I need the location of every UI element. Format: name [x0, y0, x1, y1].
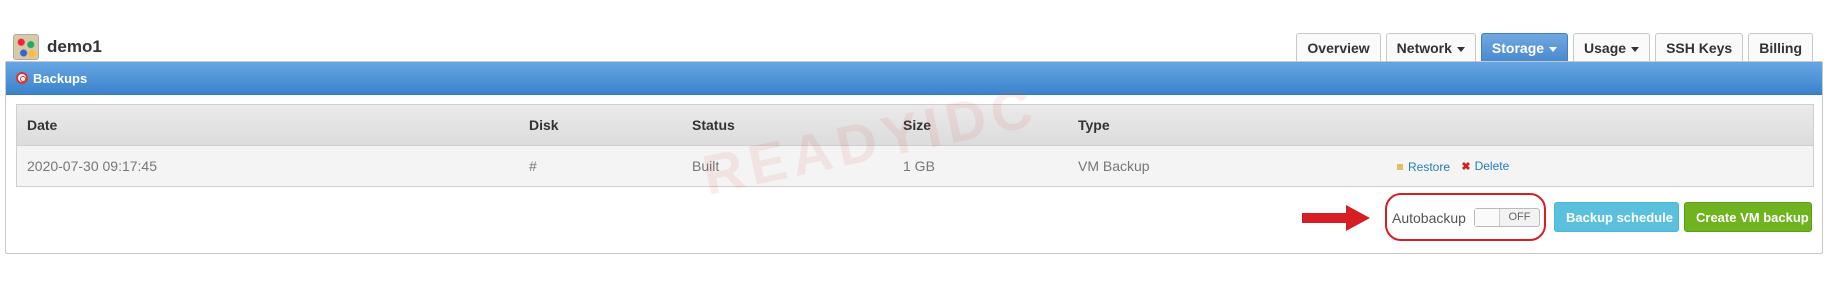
backups-table: Date Disk Status Size Type 2020-07-30 09…	[16, 104, 1814, 187]
backup-schedule-button[interactable]: Backup schedule	[1554, 202, 1679, 232]
annotation-arrow-icon	[1302, 205, 1370, 231]
delete-icon: ✖	[1461, 160, 1471, 173]
cell-status: Built	[692, 158, 720, 174]
vm-name: demo1	[47, 37, 102, 56]
vm-header: demo1	[13, 34, 102, 60]
cell-size: 1 GB	[903, 158, 935, 174]
tab-label: Storage	[1491, 40, 1545, 56]
backups-panel: Backups Date Disk Status Size Type 2020-…	[5, 61, 1823, 254]
tab-billing[interactable]: Billing	[1748, 33, 1813, 61]
tab-bar: Overview Network Storage Usage SSH Keys …	[1296, 33, 1813, 61]
lifebuoy-icon	[16, 72, 28, 84]
delete-link[interactable]: ✖ Delete	[1461, 159, 1509, 173]
cell-type: VM Backup	[1078, 158, 1150, 174]
restore-label: Restore	[1408, 159, 1451, 174]
panel-title: Backups	[33, 70, 88, 86]
tab-label: Overview	[1307, 40, 1370, 56]
create-vm-backup-button[interactable]: Create VM backup	[1684, 202, 1812, 232]
tab-label: SSH Keys	[1666, 40, 1733, 56]
autobackup-toggle[interactable]: OFF	[1474, 208, 1540, 227]
vm-avatar	[13, 34, 39, 60]
table-header: Date Disk Status Size Type	[17, 105, 1813, 146]
chevron-down-icon	[1549, 46, 1558, 52]
cell-disk: #	[529, 158, 537, 174]
chevron-down-icon	[1631, 46, 1640, 52]
column-type: Type	[1078, 117, 1110, 133]
column-status: Status	[692, 117, 735, 133]
chevron-down-icon	[1456, 46, 1465, 52]
column-disk: Disk	[529, 117, 559, 133]
toggle-knob	[1475, 209, 1500, 226]
delete-label: Delete	[1474, 159, 1510, 173]
row-actions: Restore ✖ Delete	[1397, 159, 1517, 174]
toggle-state: OFF	[1508, 211, 1531, 223]
panel-header: Backups	[6, 62, 1822, 95]
tab-overview[interactable]: Overview	[1296, 33, 1381, 61]
tab-usage[interactable]: Usage	[1573, 33, 1651, 61]
tab-label: Network	[1396, 40, 1452, 56]
column-size: Size	[903, 117, 932, 133]
column-date: Date	[27, 117, 58, 133]
cell-date: 2020-07-30 09:17:45	[27, 158, 157, 174]
tab-ssh-keys[interactable]: SSH Keys	[1655, 33, 1744, 61]
restore-icon	[1397, 163, 1403, 170]
tab-storage[interactable]: Storage	[1480, 33, 1569, 61]
restore-link[interactable]: Restore	[1397, 160, 1450, 174]
autobackup-label: Autobackup	[1392, 210, 1466, 226]
tab-network[interactable]: Network	[1385, 33, 1476, 61]
table-row: 2020-07-30 09:17:45 # Built 1 GB VM Back…	[17, 146, 1813, 186]
tab-label: Billing	[1759, 40, 1802, 56]
tab-label: Usage	[1584, 40, 1627, 56]
